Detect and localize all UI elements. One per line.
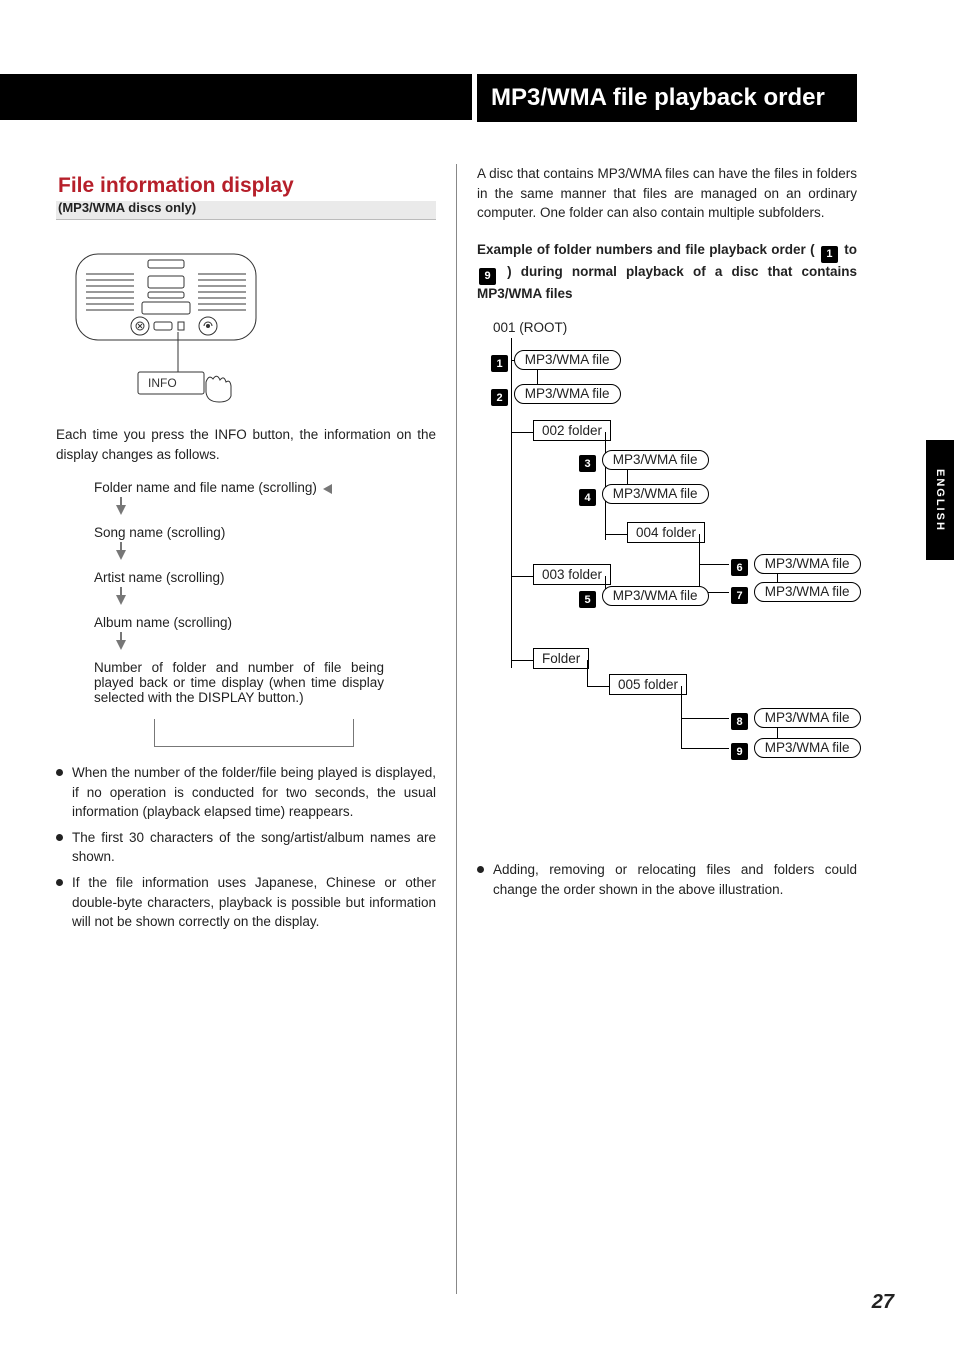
num-badge: 7 <box>731 587 748 604</box>
tree-folder: 005 folder <box>609 674 687 695</box>
tree-file: MP3/WMA file <box>602 450 709 470</box>
note-item: If the file information uses Japanese, C… <box>56 873 436 932</box>
left-notes: When the number of the folder/file being… <box>56 763 436 932</box>
note-item: The first 30 characters of the song/arti… <box>56 828 436 867</box>
flow-step-2: Song name (scrolling) <box>94 525 436 540</box>
flow-step-3: Artist name (scrolling) <box>94 570 436 585</box>
tree-folder: 002 folder <box>533 420 611 441</box>
tree-file: MP3/WMA file <box>754 708 861 728</box>
tree-file: MP3/WMA file <box>602 586 709 606</box>
num-badge: 9 <box>479 268 496 285</box>
tree-root: 001 (ROOT) <box>493 320 567 335</box>
num-badge: 6 <box>731 559 748 576</box>
left-intro: Each time you press the INFO button, the… <box>56 425 436 464</box>
num-badge: 2 <box>491 389 508 406</box>
flow-step-5: Number of folder and number of file bein… <box>94 660 384 705</box>
section-heading: File information display (MP3/WMA discs … <box>56 174 436 220</box>
note-item: When the number of the folder/file being… <box>56 763 436 822</box>
tree-file: MP3/WMA file <box>754 582 861 602</box>
info-flow: Folder name and file name (scrolling) So… <box>94 480 436 747</box>
note-item: Adding, removing or relocating files and… <box>477 860 857 899</box>
tree-folder: 004 folder <box>627 522 705 543</box>
num-badge: 1 <box>821 246 838 263</box>
page-number: 27 <box>872 1291 894 1314</box>
arrow-down-icon <box>116 550 126 560</box>
tree-file: MP3/WMA file <box>754 738 861 758</box>
arrow-down-icon <box>116 640 126 650</box>
section-subtitle: (MP3/WMA discs only) <box>58 200 434 215</box>
right-notes: Adding, removing or relocating files and… <box>477 860 857 899</box>
tree-file: MP3/WMA file <box>602 484 709 504</box>
tree-folder: Folder <box>533 648 589 669</box>
tree-file: MP3/WMA file <box>754 554 861 574</box>
top-black-bar <box>0 74 472 120</box>
flow-step-1: Folder name and file name (scrolling) <box>94 480 317 495</box>
num-badge: 1 <box>491 355 508 372</box>
tree-file: MP3/WMA file <box>514 350 621 370</box>
tree-file: MP3/WMA file <box>514 384 621 404</box>
arrow-left-icon <box>323 484 332 494</box>
arrow-down-icon <box>116 595 126 605</box>
right-column: MP3/WMA file playback order A disc that … <box>477 74 857 1294</box>
flow-loop-bracket <box>154 719 354 747</box>
num-badge: 3 <box>579 455 596 472</box>
folder-tree: 001 (ROOT) 1 MP3/WMA file 2 MP3/WMA file… <box>477 320 857 830</box>
num-badge: 8 <box>731 713 748 730</box>
num-badge: 9 <box>731 743 748 760</box>
right-title: MP3/WMA file playback order <box>477 74 857 122</box>
info-button-label: INFO <box>148 376 177 390</box>
arrow-down-icon <box>116 505 126 515</box>
left-column: File information display (MP3/WMA discs … <box>56 174 436 1294</box>
num-badge: 4 <box>579 489 596 506</box>
device-illustration: INFO <box>56 244 276 404</box>
language-tab: ENGLISH <box>926 440 954 560</box>
example-heading: Example of folder numbers and file playb… <box>477 241 857 304</box>
right-intro: A disc that contains MP3/WMA files can h… <box>477 164 857 223</box>
num-badge: 5 <box>579 591 596 608</box>
hand-pointer-icon <box>206 376 231 402</box>
language-tab-label: ENGLISH <box>934 469 946 532</box>
section-title: File information display <box>58 174 434 198</box>
column-divider <box>456 164 457 1294</box>
flow-step-4: Album name (scrolling) <box>94 615 436 630</box>
tree-folder: 003 folder <box>533 564 611 585</box>
